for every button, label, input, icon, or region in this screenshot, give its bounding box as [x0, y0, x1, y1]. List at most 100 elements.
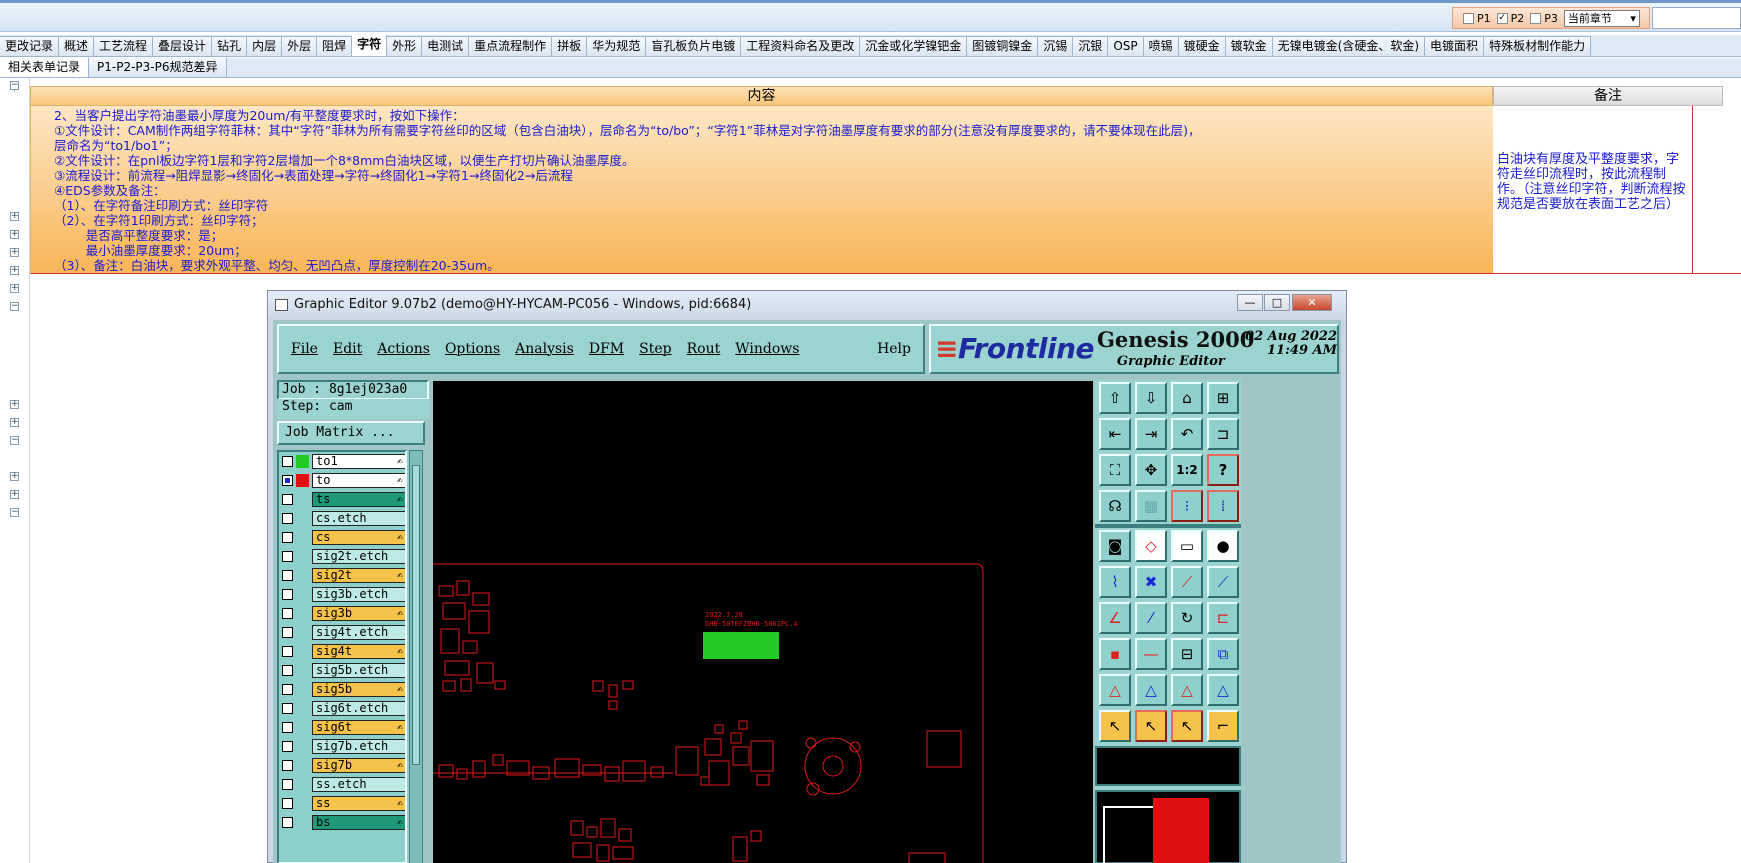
tree-collapse-icon[interactable]: −: [10, 508, 19, 517]
layer-row[interactable]: cs ✍: [279, 528, 405, 547]
tab-14[interactable]: 盲孔板负片电镀: [646, 36, 742, 56]
tree-expand-icon[interactable]: +: [10, 212, 19, 221]
layer-row[interactable]: ss.etch: [279, 775, 405, 794]
layer-name[interactable]: sig6t ✍: [312, 720, 405, 735]
export-icon[interactable]: ⇥: [1135, 418, 1167, 450]
menu-step[interactable]: Step: [639, 341, 671, 357]
layer-checkbox[interactable]: [282, 779, 293, 790]
triangle-b-icon[interactable]: △: [1135, 674, 1167, 706]
search-input[interactable]: [1652, 7, 1741, 29]
segment-icon[interactable]: —: [1135, 638, 1167, 670]
p2-option[interactable]: ✓ P2: [1496, 12, 1524, 25]
line-pad-icon[interactable]: ⟋: [1171, 566, 1203, 598]
chapter-select[interactable]: 当前章节 ▾: [1563, 9, 1640, 27]
tab-3[interactable]: 叠层设计: [153, 36, 213, 56]
layer-name[interactable]: sig4t ✍: [312, 644, 405, 659]
zoom-1to1-icon[interactable]: 1:2: [1171, 454, 1203, 486]
layer-row[interactable]: sig3b ✍: [279, 604, 405, 623]
group-icon[interactable]: ⧉: [1207, 638, 1239, 670]
menu-rout[interactable]: Rout: [687, 341, 721, 357]
layer-checkbox[interactable]: [282, 798, 293, 809]
layer-checkbox[interactable]: [282, 513, 293, 524]
layer-checkbox[interactable]: [282, 475, 293, 486]
p2-checkbox[interactable]: ✓: [1496, 12, 1508, 24]
menu-actions[interactable]: Actions: [377, 341, 430, 357]
tree-collapse-icon[interactable]: −: [10, 436, 19, 445]
menu-file[interactable]: File: [291, 341, 318, 357]
line-dot-icon[interactable]: ⟋: [1207, 566, 1239, 598]
layer-name[interactable]: sig3b.etch: [312, 587, 405, 602]
triangle-d-icon[interactable]: △: [1207, 674, 1239, 706]
menu-edit[interactable]: Edit: [333, 341, 362, 357]
layer-row[interactable]: to ✍: [279, 471, 405, 490]
tree-collapse-icon[interactable]: −: [10, 81, 19, 90]
tab-25[interactable]: 电镀面积: [1425, 36, 1485, 56]
layer-row[interactable]: bs ✍: [279, 813, 405, 832]
tab-8[interactable]: 字符: [352, 35, 388, 56]
tree-expand-icon[interactable]: +: [10, 248, 19, 257]
subtab-0[interactable]: 相关表单记录: [0, 58, 90, 77]
layer-name[interactable]: ts ✍: [312, 492, 405, 507]
layer-checkbox[interactable]: [282, 608, 293, 619]
layer-name[interactable]: sig5b ✍: [312, 682, 405, 697]
layer-row[interactable]: ts ✍: [279, 490, 405, 509]
move-pad-icon[interactable]: ▪: [1099, 638, 1131, 670]
layer-row[interactable]: sig5b ✍: [279, 680, 405, 699]
snap-icon[interactable]: ⊐: [1207, 418, 1239, 450]
layer-checkbox[interactable]: [282, 570, 293, 581]
job-matrix-button[interactable]: Job Matrix ...: [277, 421, 425, 445]
resize-icon[interactable]: ⊟: [1171, 638, 1203, 670]
tab-17[interactable]: 图镀铜镍金: [967, 36, 1039, 56]
upload-icon[interactable]: ⇧: [1099, 382, 1131, 414]
scroll-thumb[interactable]: [412, 465, 420, 765]
layer-name[interactable]: to1 ✍: [312, 454, 405, 469]
layer-name[interactable]: sig2t.etch: [312, 549, 405, 564]
p1-checkbox[interactable]: [1463, 12, 1474, 24]
circle-select-icon[interactable]: ●: [1207, 530, 1239, 562]
tree-expand-icon[interactable]: +: [10, 266, 19, 275]
import-icon[interactable]: ⇤: [1099, 418, 1131, 450]
tab-22[interactable]: 镀硬金: [1178, 36, 1226, 56]
layer-checkbox[interactable]: [282, 627, 293, 638]
triangle-a-icon[interactable]: △: [1099, 674, 1131, 706]
layer-row[interactable]: sig4t.etch: [279, 623, 405, 642]
layer-checkbox[interactable]: [282, 741, 293, 752]
layer-checkbox[interactable]: [282, 722, 293, 733]
layer-checkbox[interactable]: [282, 456, 293, 467]
layer-checkbox[interactable]: [282, 684, 293, 695]
layer-checkbox[interactable]: [282, 665, 293, 676]
angle-line-icon[interactable]: ∠: [1099, 602, 1131, 634]
tab-18[interactable]: 沉锡: [1038, 36, 1074, 56]
layer-checkbox[interactable]: [282, 532, 293, 543]
layer-name[interactable]: sig6t.etch: [312, 701, 405, 716]
menu-options[interactable]: Options: [445, 341, 500, 357]
net-highlight-icon[interactable]: ⁝: [1171, 490, 1203, 522]
layer-row[interactable]: cs.etch: [279, 509, 405, 528]
maximize-button[interactable]: □: [1264, 294, 1290, 311]
layer-name[interactable]: bs ✍: [312, 815, 405, 830]
tab-15[interactable]: 工程资料命名及更改: [741, 36, 861, 56]
layer-row[interactable]: sig2t.etch: [279, 547, 405, 566]
p3-checkbox[interactable]: [1530, 12, 1542, 24]
layer-row[interactable]: sig2t ✍: [279, 566, 405, 585]
layer-checkbox[interactable]: [282, 589, 293, 600]
menu-dfm[interactable]: DFM: [589, 341, 624, 357]
tree-expand-icon[interactable]: +: [10, 490, 19, 499]
minimap[interactable]: [1095, 790, 1241, 863]
tab-0[interactable]: 更改记录: [0, 36, 60, 56]
layer-row[interactable]: ss ✍: [279, 794, 405, 813]
pad-tool-icon[interactable]: ◙: [1099, 530, 1131, 562]
tab-13[interactable]: 华为规范: [587, 36, 647, 56]
menu-analysis[interactable]: Analysis: [515, 341, 574, 357]
layer-name[interactable]: sig4t.etch: [312, 625, 405, 640]
layer-checkbox[interactable]: [282, 817, 293, 828]
layer-name[interactable]: ss.etch: [312, 777, 405, 792]
layer-row[interactable]: to1 ✍: [279, 452, 405, 471]
tab-12[interactable]: 拼板: [552, 36, 588, 56]
tree-expand-icon[interactable]: +: [10, 400, 19, 409]
close-button[interactable]: ✕: [1292, 294, 1332, 311]
layer-row[interactable]: sig7b.etch: [279, 737, 405, 756]
tree-collapse-icon[interactable]: −: [10, 302, 19, 311]
tab-1[interactable]: 概述: [59, 36, 95, 56]
tree-expand-icon[interactable]: +: [10, 418, 19, 427]
